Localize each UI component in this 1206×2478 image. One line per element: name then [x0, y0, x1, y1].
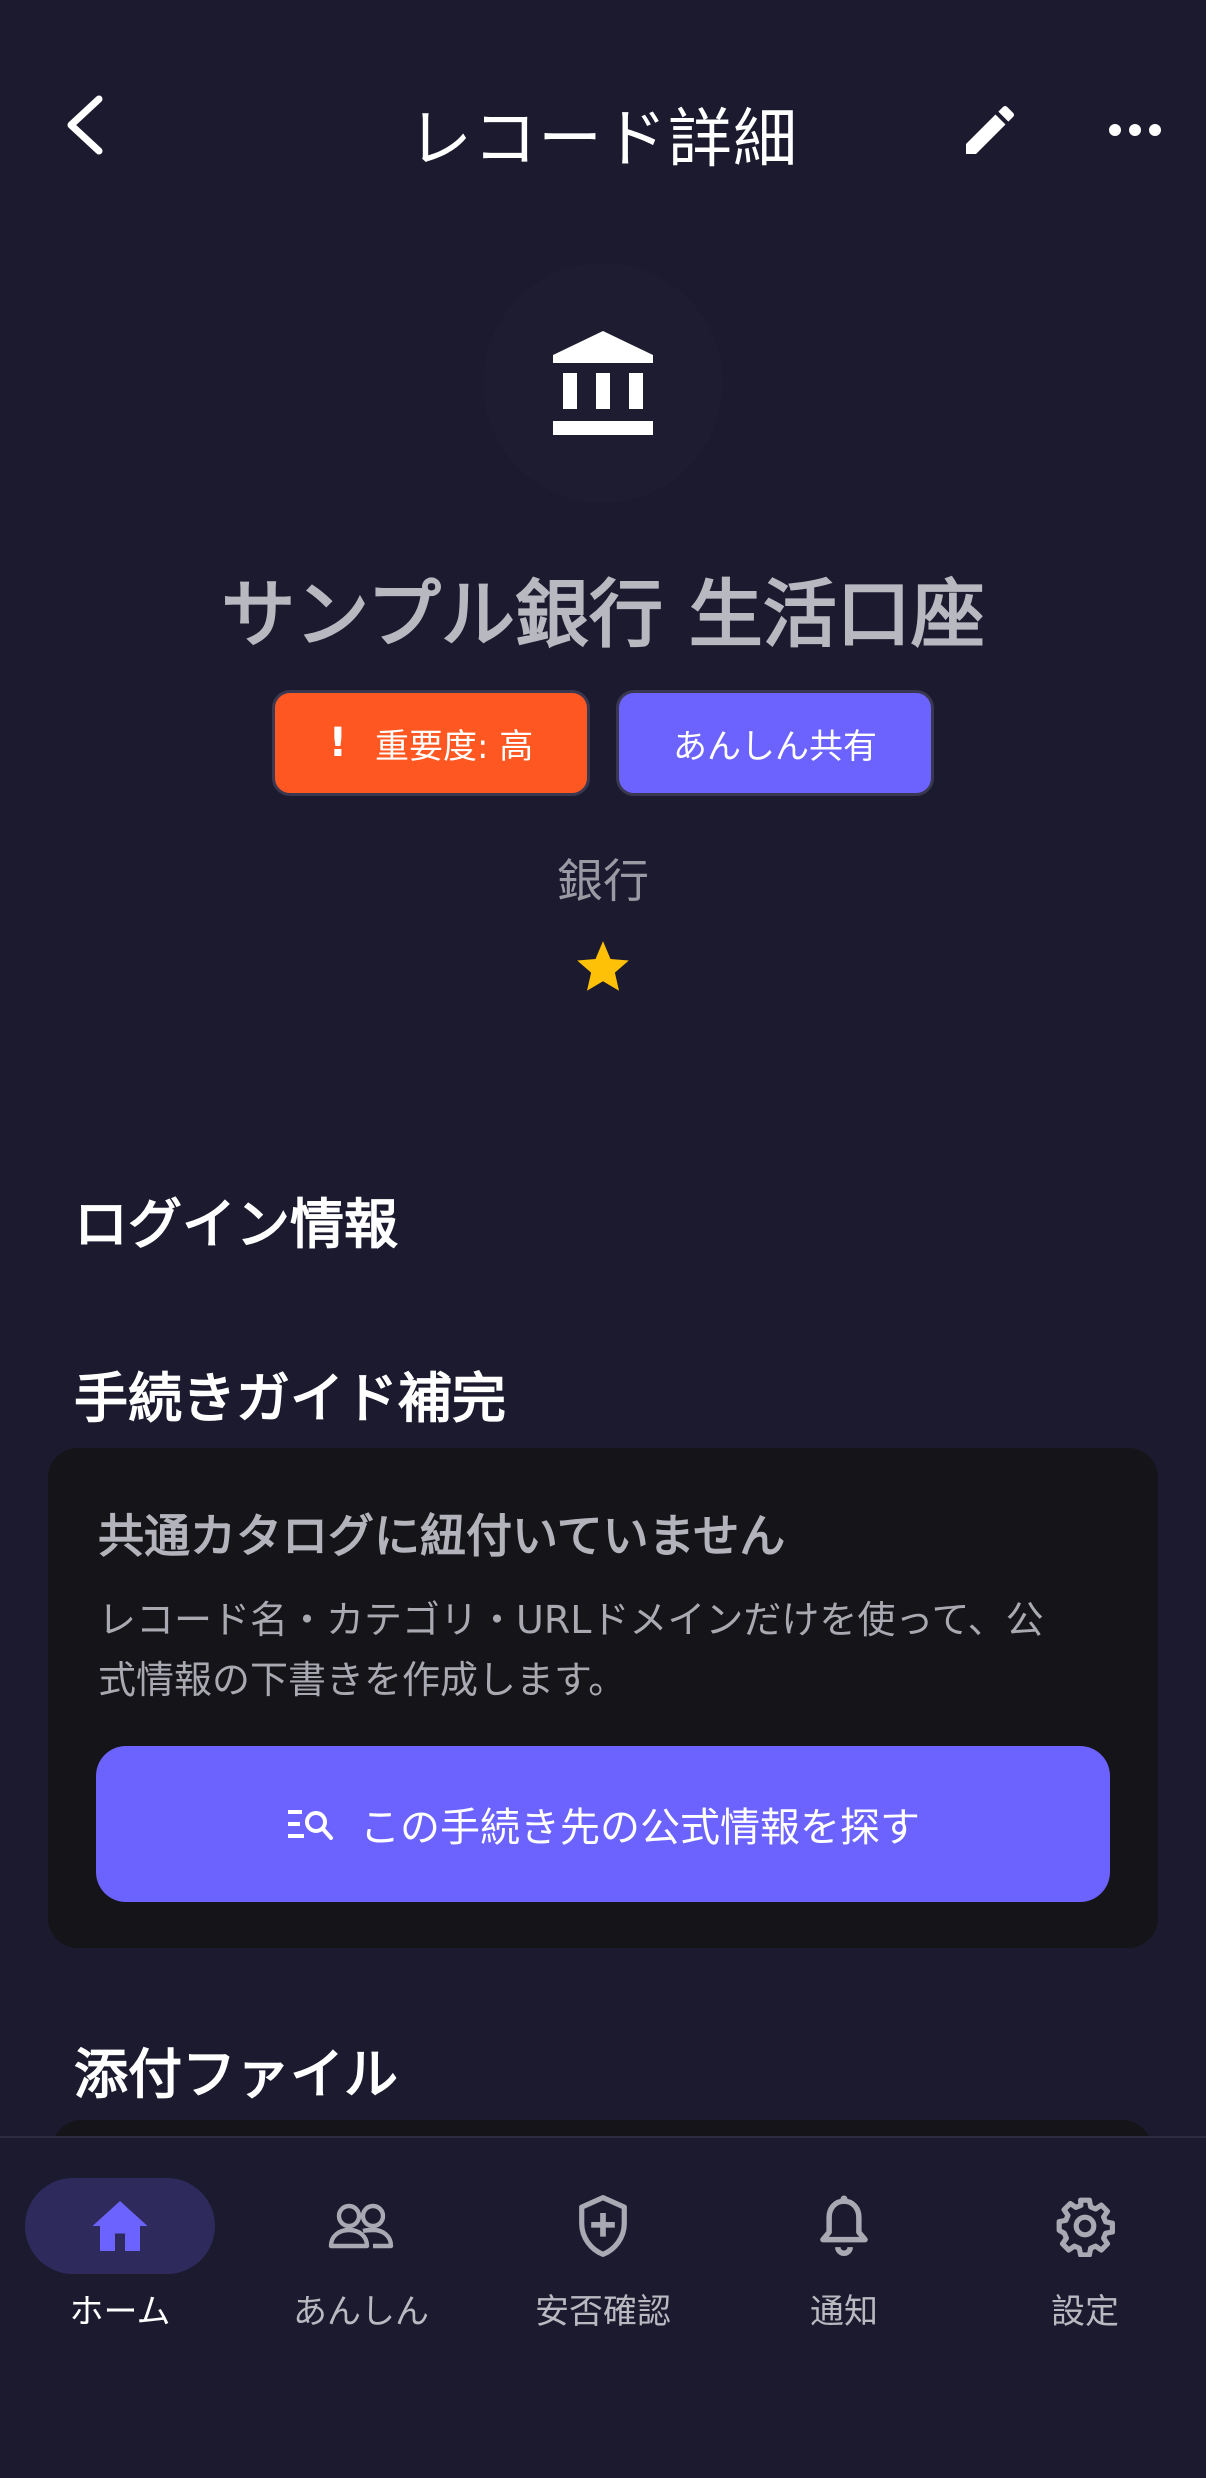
- nav-label-home: ホーム: [69, 2292, 171, 2332]
- exclamation-icon: !: [328, 720, 347, 766]
- bottom-navigation: ホーム あんしん 安否確認 通知 設定: [0, 2136, 1206, 2478]
- pencil-icon: [966, 105, 1015, 154]
- share-label: あんしん共有: [673, 726, 877, 767]
- nav-label-anshin: あんしん: [293, 2292, 429, 2332]
- edit-button[interactable]: [950, 90, 1030, 170]
- nav-label-settings: 設定: [1051, 2292, 1119, 2332]
- people-icon: [328, 2203, 394, 2249]
- gear-icon: [1056, 2197, 1115, 2257]
- category-label: 銀行: [557, 854, 649, 908]
- importance-label: 重要度: 高: [374, 726, 534, 767]
- nav-label-notifications: 通知: [810, 2292, 878, 2332]
- nav-active-indicator: [25, 2178, 215, 2274]
- more-horizontal-icon: [1109, 124, 1161, 136]
- guide-card-title: 共通カタログに紐付いていません: [98, 1509, 786, 1563]
- nav-item-home[interactable]: ホーム: [20, 2178, 220, 2338]
- more-options-button[interactable]: [1095, 90, 1175, 170]
- nav-item-settings[interactable]: 設定: [985, 2178, 1185, 2338]
- record-title: サンプル銀行 生活口座: [221, 572, 985, 658]
- find-official-info-button[interactable]: この手続き先の公式情報を探す: [96, 1746, 1110, 1902]
- find-official-info-label: この手続き先の公式情報を探す: [360, 1805, 920, 1851]
- section-title-login: ログイン情報: [74, 1193, 398, 1256]
- section-title-attachments: 添付ファイル: [74, 2043, 398, 2106]
- record-icon-circle: [483, 263, 723, 503]
- nav-item-anshin[interactable]: あんしん: [261, 2178, 461, 2338]
- bell-icon: [820, 2195, 868, 2256]
- section-title-guide: 手続きガイド補完: [74, 1367, 506, 1430]
- guide-card-description: レコード名・カテゴリ・URLドメインだけを使って、公式情報の下書きを作成します。: [98, 1598, 1044, 1702]
- shield-plus-icon: [579, 2195, 627, 2257]
- bank-icon: [553, 331, 653, 435]
- star-icon[interactable]: [572, 936, 634, 998]
- badge-row: ! 重要度: 高 あんしん共有: [0, 690, 1206, 796]
- share-badge: あんしん共有: [616, 690, 934, 796]
- nav-label-safety-check: 安否確認: [535, 2292, 671, 2332]
- home-icon: [92, 2201, 148, 2251]
- nav-item-notifications[interactable]: 通知: [744, 2178, 944, 2338]
- nav-item-safety-check[interactable]: 安否確認: [503, 2178, 703, 2338]
- top-app-bar: レコード詳細: [0, 0, 1206, 260]
- manage-search-icon: [288, 1810, 333, 1840]
- importance-badge: ! 重要度: 高: [272, 690, 590, 796]
- guide-card: 共通カタログに紐付いていません レコード名・カテゴリ・URLドメインだけを使って…: [48, 1448, 1158, 1948]
